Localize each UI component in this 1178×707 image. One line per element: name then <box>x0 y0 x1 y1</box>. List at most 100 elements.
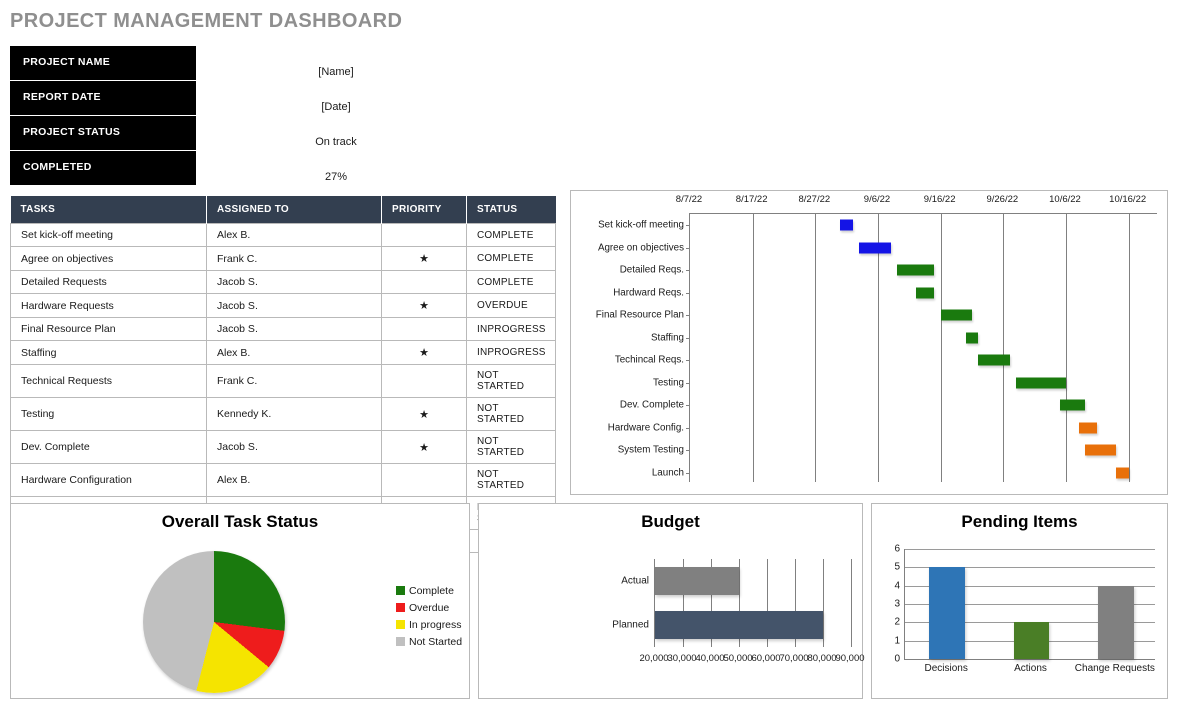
gantt-row: Launch <box>690 462 1157 485</box>
gantt-plot-area: Set kick-off meetingAgree on objectivesD… <box>689 213 1157 482</box>
budget-category-label: Actual <box>621 576 649 587</box>
priority-star-cell <box>382 365 467 398</box>
budget-gridline <box>851 559 852 647</box>
gantt-row: Testing <box>690 372 1157 395</box>
legend-item[interactable]: Overdue <box>396 599 462 616</box>
gantt-bar[interactable] <box>1085 445 1116 456</box>
task-name-cell: Technical Requests <box>11 365 207 398</box>
table-row[interactable]: Dev. CompleteJacob S.★NOT STARTED <box>11 431 556 464</box>
budget-bar[interactable] <box>655 611 823 639</box>
status-badge: OVERDUE <box>467 294 556 318</box>
gantt-row: System Testing <box>690 439 1157 462</box>
table-row[interactable]: StaffingAlex B.★INPROGRESS <box>11 341 556 365</box>
legend-label: Not Started <box>409 636 462 648</box>
assigned-to-cell: Kennedy K. <box>207 398 382 431</box>
gantt-row: Set kick-off meeting <box>690 214 1157 237</box>
pending-bar[interactable] <box>929 567 964 659</box>
assigned-to-cell: Jacob S. <box>207 318 382 341</box>
task-name-cell: Final Resource Plan <box>11 318 207 341</box>
gantt-bar[interactable] <box>941 310 972 321</box>
gantt-axis-tickmark <box>686 225 690 226</box>
legend-label: Overdue <box>409 602 449 614</box>
tasks-col-header[interactable]: TASKS <box>11 196 207 224</box>
budget-x-tick: 30,000 <box>667 653 696 664</box>
legend-label: Complete <box>409 585 454 597</box>
status-badge: NOT STARTED <box>467 464 556 497</box>
task-status-pie <box>143 551 285 693</box>
status-badge: NOT STARTED <box>467 431 556 464</box>
gantt-bar[interactable] <box>978 355 1009 366</box>
task-name-cell: Detailed Requests <box>11 271 207 294</box>
summary-row-4: COMPLETED <box>10 151 196 186</box>
status-badge: INPROGRESS <box>467 341 556 365</box>
tasks-col-header[interactable]: PRIORITY <box>382 196 467 224</box>
legend-swatch-icon <box>396 637 405 646</box>
gantt-bar[interactable] <box>966 332 979 343</box>
priority-star-cell: ★ <box>382 398 467 431</box>
task-name-cell: Testing <box>11 398 207 431</box>
gantt-bar[interactable] <box>1016 377 1066 388</box>
gantt-date-tick: 8/27/22 <box>798 194 830 205</box>
gantt-task-label: Dev. Complete <box>620 400 684 411</box>
legend-item[interactable]: Complete <box>396 582 462 599</box>
summary-row-1: PROJECT NAME <box>10 46 196 81</box>
gantt-date-tick: 10/6/22 <box>1049 194 1081 205</box>
gantt-bar[interactable] <box>1116 467 1129 478</box>
pending-y-tick: 0 <box>894 654 900 665</box>
gantt-bar[interactable] <box>840 220 853 231</box>
priority-star-cell <box>382 464 467 497</box>
table-row[interactable]: Detailed RequestsJacob S.COMPLETE <box>11 271 556 294</box>
table-row[interactable]: TestingKennedy K.★NOT STARTED <box>11 398 556 431</box>
budget-x-tick: 20,000 <box>639 653 668 664</box>
legend-swatch-icon <box>396 586 405 595</box>
pending-bar[interactable] <box>1014 622 1049 659</box>
table-row[interactable]: Set kick-off meetingAlex B.COMPLETE <box>11 224 556 247</box>
gantt-date-tick: 8/17/22 <box>736 194 768 205</box>
task-name-cell: Agree on objectives <box>11 247 207 271</box>
table-row[interactable]: Technical RequestsFrank C.NOT STARTED <box>11 365 556 398</box>
pending-bar[interactable] <box>1098 586 1133 659</box>
gantt-bar[interactable] <box>1079 422 1098 433</box>
gantt-row: Hardware Config. <box>690 417 1157 440</box>
project-summary: PROJECT NAME[Name]REPORT DATE[Date]PROJE… <box>10 46 555 186</box>
tasks-col-header[interactable]: STATUS <box>467 196 556 224</box>
summary-row-3: PROJECT STATUS <box>10 116 196 151</box>
gantt-row: Staffing <box>690 327 1157 350</box>
gantt-axis-tickmark <box>686 405 690 406</box>
status-badge: INPROGRESS <box>467 318 556 341</box>
priority-star-cell: ★ <box>382 294 467 318</box>
tasks-col-header[interactable]: ASSIGNED TO <box>207 196 382 224</box>
gantt-row: Techincal Reqs. <box>690 349 1157 372</box>
table-row[interactable]: Hardware RequestsJacob S.★OVERDUE <box>11 294 556 318</box>
table-row[interactable]: Final Resource PlanJacob S. INPROGRESS <box>11 318 556 341</box>
budget-bar[interactable] <box>655 567 739 595</box>
table-row[interactable]: Agree on objectivesFrank C.★COMPLETE <box>11 247 556 271</box>
gantt-axis-tickmark <box>686 360 690 361</box>
legend-item[interactable]: In progress <box>396 616 462 633</box>
pending-items-panel: Pending Items 0123456 DecisionsActionsCh… <box>871 503 1168 699</box>
gantt-axis-tickmark <box>686 248 690 249</box>
gantt-bar[interactable] <box>859 242 890 253</box>
pending-y-tick: 1 <box>894 635 900 646</box>
status-badge: NOT STARTED <box>467 365 556 398</box>
assigned-to-cell: Jacob S. <box>207 271 382 294</box>
budget-category-label: Planned <box>612 620 649 631</box>
gantt-row: Final Resource Plan <box>690 304 1157 327</box>
gantt-row: Hardward Reqs. <box>690 282 1157 305</box>
pending-items-plot-area: 0123456 <box>904 549 1155 660</box>
budget-x-tick: 50,000 <box>723 653 752 664</box>
assigned-to-cell: Jacob S. <box>207 431 382 464</box>
pending-y-tick: 3 <box>894 599 900 610</box>
budget-x-tick: 80,000 <box>807 653 836 664</box>
priority-star-cell: ★ <box>382 247 467 271</box>
gantt-task-label: Testing <box>653 377 684 388</box>
table-row[interactable]: Hardware ConfigurationAlex B.NOT STARTED <box>11 464 556 497</box>
gantt-bar[interactable] <box>1060 400 1085 411</box>
legend-item[interactable]: Not Started <box>396 633 462 650</box>
budget-panel: Budget ActualPlanned 20,00030,00040,0005… <box>478 503 863 699</box>
tasks-table-header-row: TASKSASSIGNED TOPRIORITYSTATUS <box>11 196 556 224</box>
gantt-bar[interactable] <box>916 287 935 298</box>
legend-swatch-icon <box>396 620 405 629</box>
summary-value: [Date] <box>206 101 466 113</box>
gantt-bar[interactable] <box>897 265 935 276</box>
